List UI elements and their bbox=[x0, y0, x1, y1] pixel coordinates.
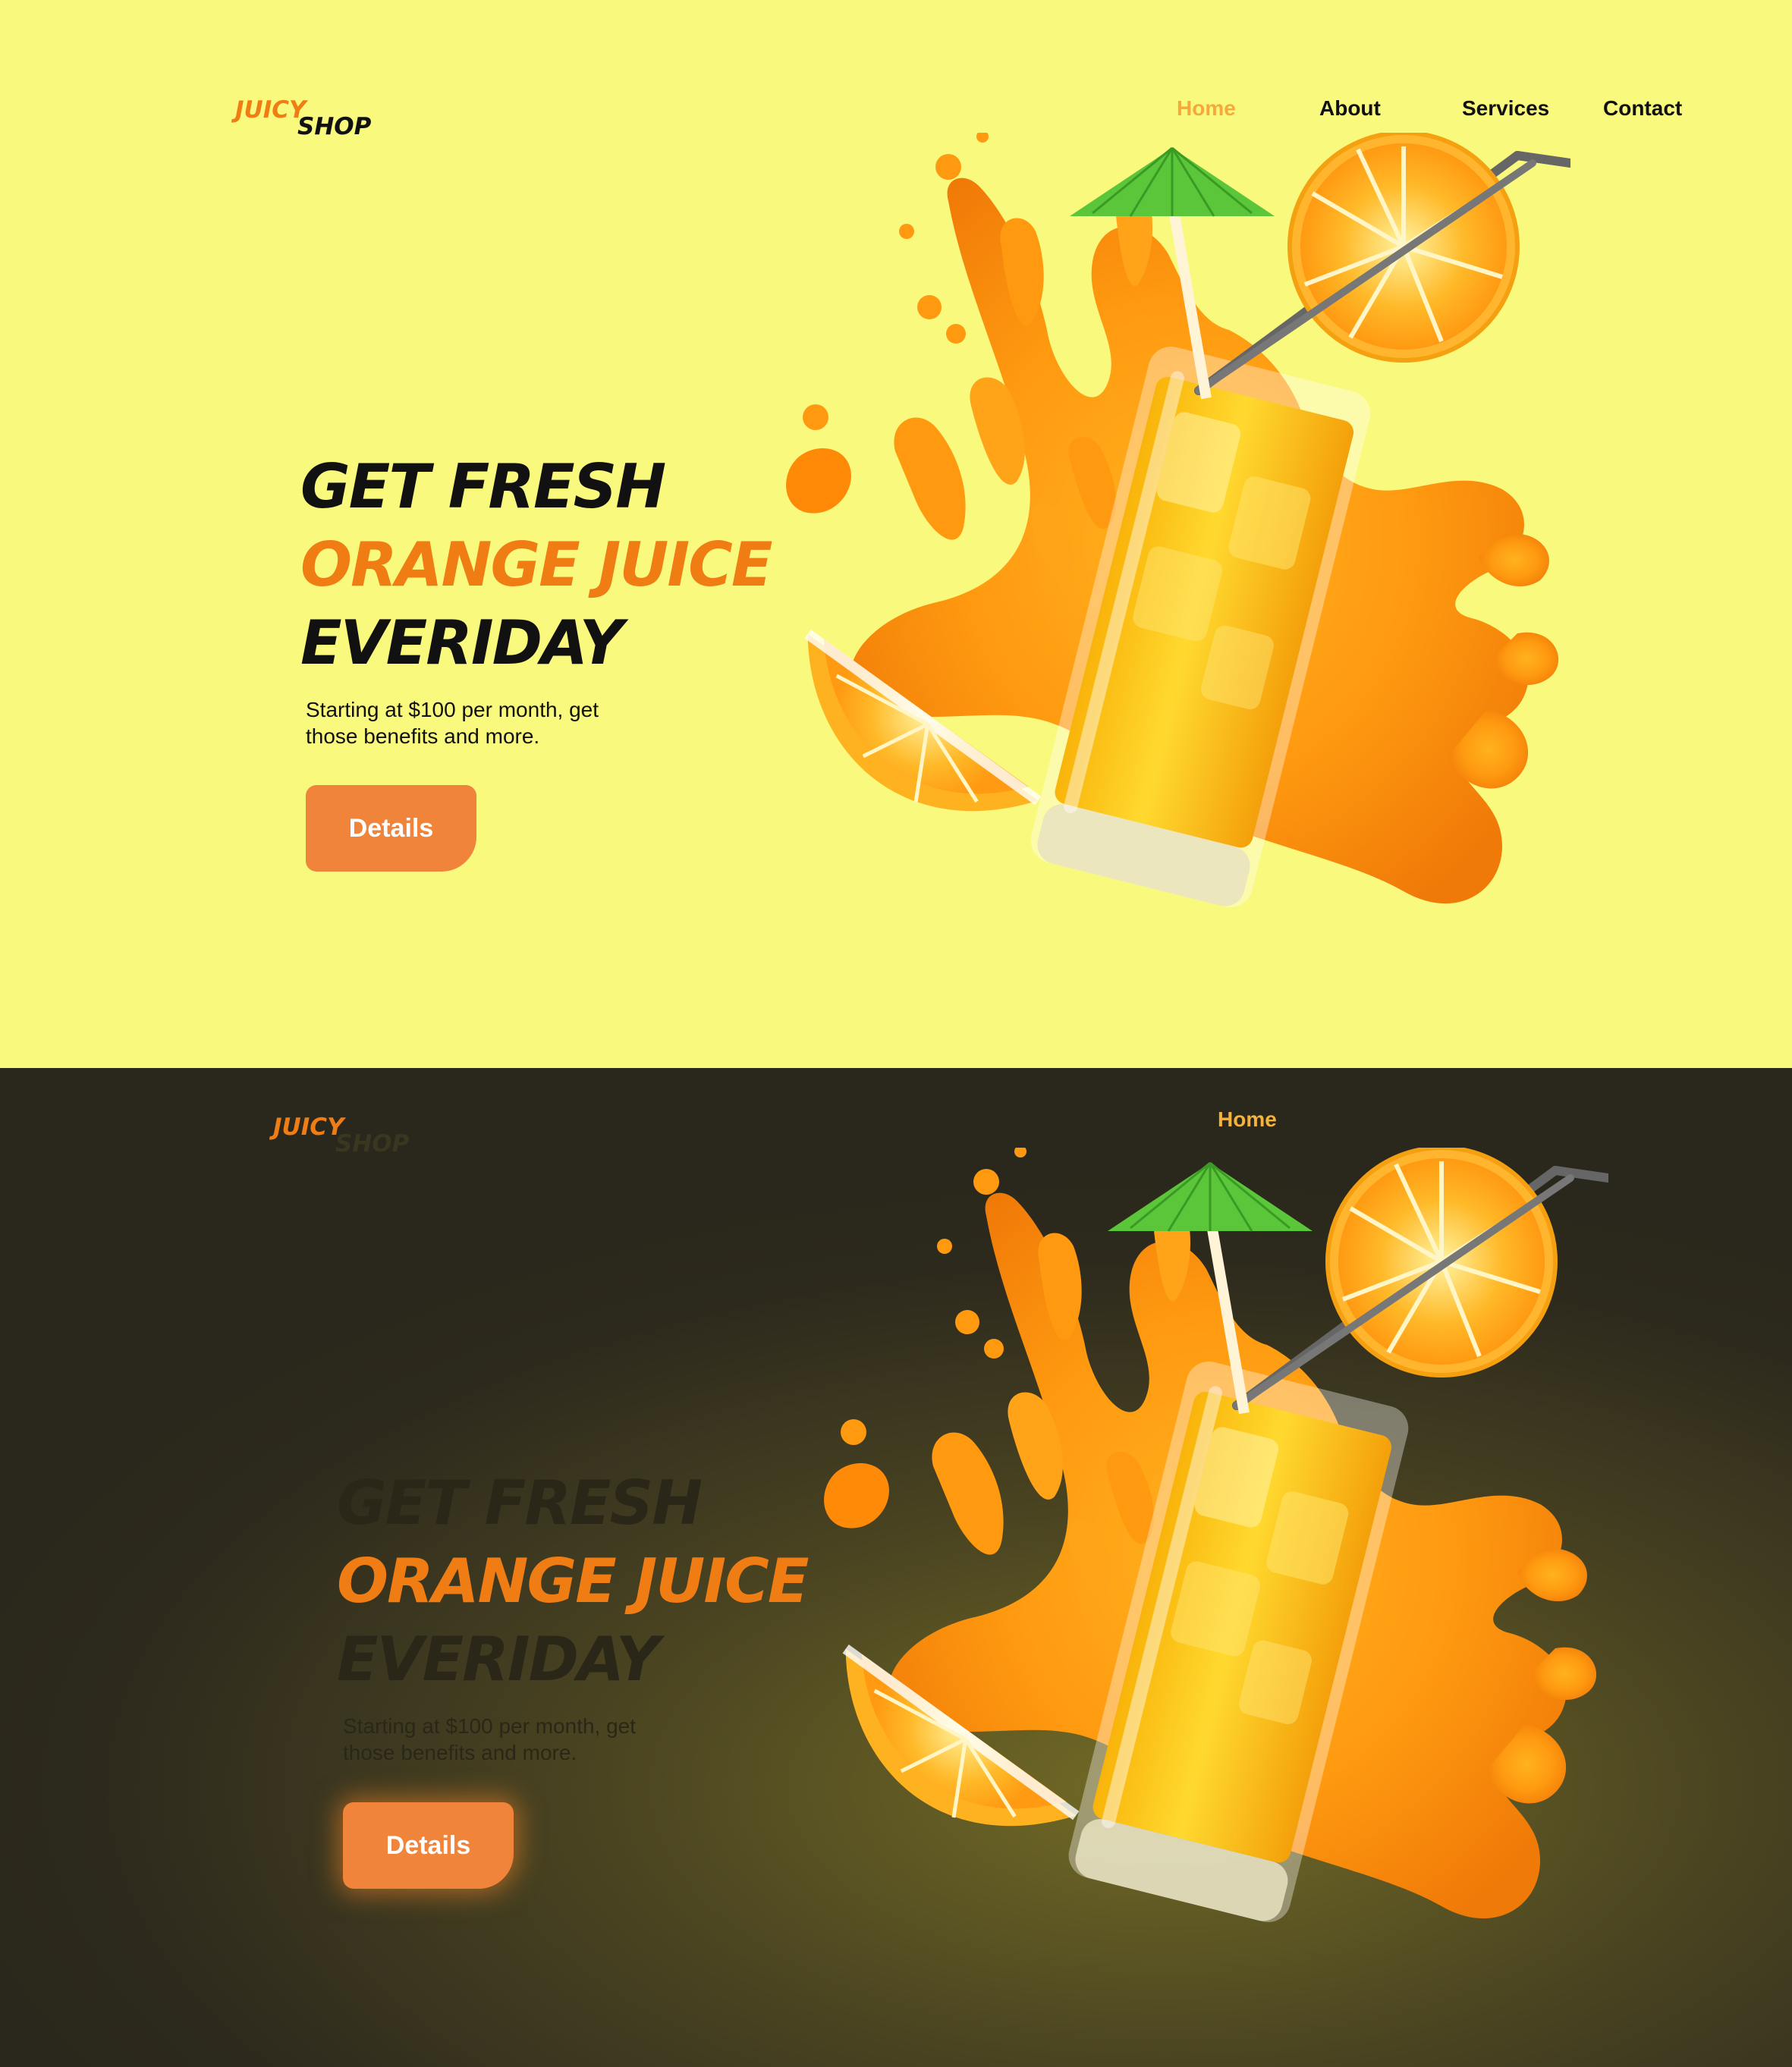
hero-section-light: JUICY SHOP Home About Services Contact G… bbox=[0, 0, 1792, 1068]
subtitle-line-1: Starting at $100 per month, get bbox=[343, 1714, 637, 1738]
nav-contact[interactable]: Contact bbox=[1603, 96, 1682, 121]
headline-line-1: GET FRESH bbox=[300, 451, 666, 522]
hero-headline: GET FRESH ORANGE JUICE EVERIDAY bbox=[337, 1464, 809, 1698]
nav-about[interactable]: About bbox=[1319, 96, 1381, 121]
headline-line-3: EVERIDAY bbox=[300, 608, 624, 678]
subtitle-line-1: Starting at $100 per month, get bbox=[306, 698, 599, 721]
hero-subtitle: Starting at $100 per month, get those be… bbox=[306, 696, 599, 749]
headline-line-1: GET FRESH bbox=[337, 1468, 703, 1538]
hero-subtitle: Starting at $100 per month, get those be… bbox=[343, 1713, 636, 1766]
headline-line-2: ORANGE JUICE bbox=[337, 1546, 809, 1616]
nav-home[interactable]: Home bbox=[1177, 96, 1236, 121]
hero-headline: GET FRESH ORANGE JUICE EVERIDAY bbox=[300, 448, 772, 682]
subtitle-line-2: those benefits and more. bbox=[343, 1741, 577, 1764]
nav-services[interactable]: Services bbox=[1462, 96, 1549, 121]
logo-word-juicy: JUICY bbox=[235, 96, 307, 124]
details-button[interactable]: Details bbox=[306, 785, 476, 872]
logo-word-juicy: JUICY bbox=[273, 1114, 344, 1141]
nav-home[interactable]: Home bbox=[1218, 1107, 1277, 1132]
headline-line-2: ORANGE JUICE bbox=[300, 529, 772, 600]
headline-line-3: EVERIDAY bbox=[337, 1624, 660, 1695]
orange-juice-illustration bbox=[812, 1148, 1608, 1997]
orange-juice-illustration bbox=[774, 133, 1570, 982]
subtitle-line-2: those benefits and more. bbox=[306, 724, 540, 748]
details-button[interactable]: Details bbox=[343, 1802, 514, 1889]
logo-word-shop: SHOP bbox=[335, 1130, 410, 1158]
hero-section-dark: JUICY SHOP Home GET FRESH ORANGE JUICE E… bbox=[0, 1068, 1792, 2067]
logo-word-shop: SHOP bbox=[297, 113, 372, 140]
